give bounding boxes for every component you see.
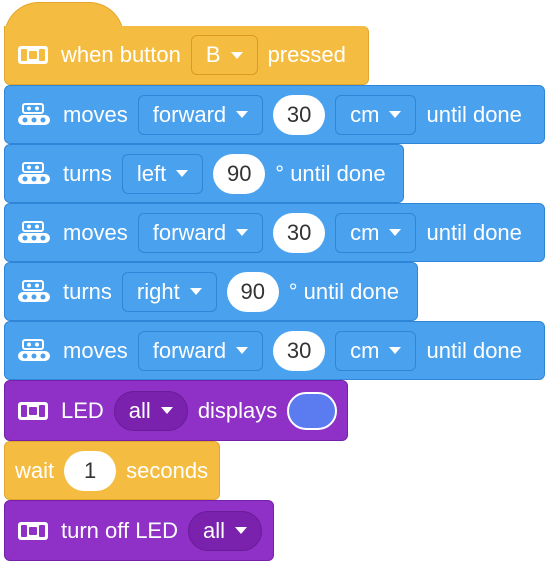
distance-input[interactable]: 30 <box>273 330 326 371</box>
angle-input[interactable]: 90 <box>213 153 266 194</box>
pressed-label: pressed <box>267 42 346 67</box>
robot-icon <box>17 102 51 127</box>
until-done-label: until done <box>426 101 522 127</box>
turn-off-led-label: turn off LED <box>61 517 178 543</box>
distance-input[interactable]: 30 <box>273 212 326 253</box>
controller-icon <box>17 521 49 541</box>
angle-input[interactable]: 90 <box>226 271 279 312</box>
led-displays-block[interactable]: LED all displays <box>4 380 348 441</box>
direction-value: forward <box>152 219 227 245</box>
turns-block-1[interactable]: turns left 90 ° until done <box>4 144 404 203</box>
turn-direction-dropdown[interactable]: right <box>121 271 217 312</box>
turns-label: turns <box>63 278 112 304</box>
degree-until-done-label: ° until done <box>288 278 400 304</box>
turn-direction-value: right <box>136 278 180 304</box>
controller-icon <box>17 45 49 65</box>
unit-value: cm <box>350 337 380 363</box>
chevron-down-icon <box>236 229 249 236</box>
turns-block-2[interactable]: turns right 90 ° until done <box>4 262 418 321</box>
robot-icon <box>17 161 51 186</box>
until-done-label: until done <box>426 337 522 363</box>
led-off-target-value: all <box>203 517 226 543</box>
moves-label: moves <box>63 219 128 245</box>
direction-dropdown[interactable]: forward <box>137 330 264 371</box>
until-done-label: until done <box>426 219 522 245</box>
turns-label: turns <box>63 160 112 186</box>
wait-block[interactable]: wait 1 seconds <box>4 441 220 500</box>
displays-label: displays <box>197 397 278 423</box>
direction-dropdown[interactable]: forward <box>137 212 264 253</box>
chevron-down-icon <box>235 527 248 534</box>
led-color-picker[interactable] <box>287 391 338 430</box>
turn-off-led-block[interactable]: turn off LED all <box>4 500 274 561</box>
seconds-label: seconds <box>126 457 209 483</box>
led-label: LED <box>61 397 104 423</box>
unit-value: cm <box>350 219 380 245</box>
moves-block-2[interactable]: moves forward 30 cm until done <box>4 203 545 262</box>
direction-dropdown[interactable]: forward <box>137 94 264 135</box>
led-off-target-dropdown[interactable]: all <box>188 510 263 551</box>
moves-label: moves <box>63 101 128 127</box>
chevron-down-icon <box>189 288 202 295</box>
distance-input[interactable]: 30 <box>273 94 326 135</box>
button-dropdown-value: B <box>205 42 221 67</box>
robot-icon <box>17 220 51 245</box>
chevron-down-icon <box>389 229 402 236</box>
chevron-down-icon <box>389 347 402 354</box>
degree-until-done-label: ° until done <box>275 160 386 186</box>
chevron-down-icon <box>389 111 402 118</box>
robot-icon <box>17 279 51 304</box>
chevron-down-icon <box>176 170 189 177</box>
direction-value: forward <box>152 337 227 363</box>
chevron-down-icon <box>230 51 243 59</box>
when-button-pressed-block[interactable]: when button B pressed <box>4 26 369 85</box>
button-dropdown[interactable]: B <box>190 35 258 75</box>
turn-direction-dropdown[interactable]: left <box>121 153 204 194</box>
when-button-label: when button <box>61 42 181 67</box>
turn-direction-value: left <box>136 160 167 186</box>
led-target-value: all <box>128 397 151 423</box>
controller-icon <box>17 401 49 421</box>
unit-dropdown[interactable]: cm <box>335 330 417 371</box>
chevron-down-icon <box>236 111 249 118</box>
chevron-down-icon <box>160 407 173 414</box>
moves-label: moves <box>63 337 128 363</box>
led-target-dropdown[interactable]: all <box>113 390 188 431</box>
moves-block-3[interactable]: moves forward 30 cm until done <box>4 321 545 380</box>
moves-block-1[interactable]: moves forward 30 cm until done <box>4 85 545 144</box>
direction-value: forward <box>152 101 227 127</box>
unit-dropdown[interactable]: cm <box>335 94 417 135</box>
unit-value: cm <box>350 101 380 127</box>
unit-dropdown[interactable]: cm <box>335 212 417 253</box>
chevron-down-icon <box>236 347 249 354</box>
seconds-input[interactable]: 1 <box>64 450 117 491</box>
wait-label: wait <box>15 457 55 483</box>
robot-icon <box>17 338 51 363</box>
